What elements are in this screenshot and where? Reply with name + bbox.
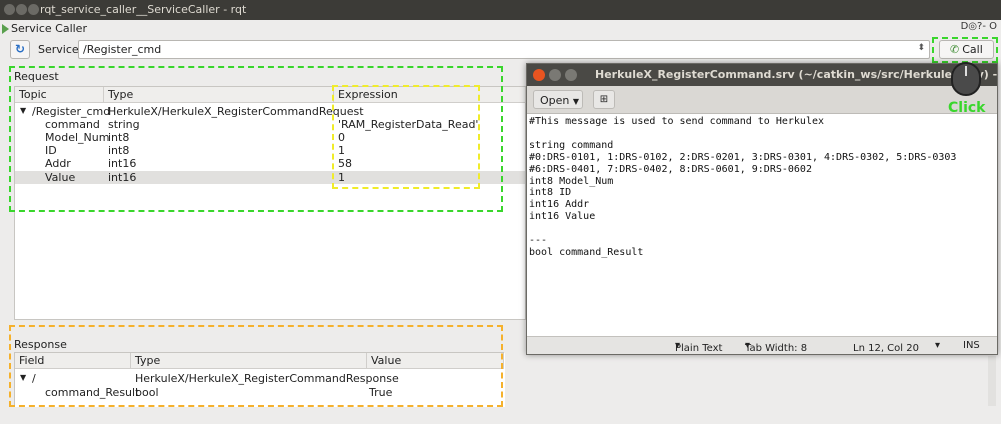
response-highlight	[9, 325, 503, 407]
gedit-maximize-icon[interactable]	[565, 69, 577, 81]
close-window-icon[interactable]	[4, 4, 15, 15]
refresh-button[interactable]: ↻	[10, 40, 30, 59]
refresh-icon: ↻	[14, 42, 26, 56]
text-line	[529, 223, 995, 235]
service-combobox-value: /Register_cmd	[83, 43, 162, 56]
text-line	[529, 128, 995, 140]
gedit-statusbar: Plain Text ▾ Tab Width: 8 ▾ Ln 12, Col 2…	[527, 336, 997, 354]
plugin-header-icons[interactable]: D◎?- O	[961, 21, 997, 32]
gedit-minimize-icon[interactable]	[549, 69, 561, 81]
call-highlight	[932, 37, 998, 63]
maximize-window-icon[interactable]	[28, 4, 39, 15]
insert-mode: INS	[963, 340, 980, 351]
gedit-titlebar: HerkuleX_RegisterCommand.srv (~/catkin_w…	[527, 64, 997, 86]
plugin-title: Service Caller	[11, 22, 87, 35]
tab-width-selector[interactable]: Tab Width: 8 ▾	[745, 340, 807, 354]
text-line: int16 Addr	[529, 199, 590, 211]
expression-highlight	[332, 85, 480, 189]
gedit-text-area[interactable]: #This message is used to send command to…	[529, 116, 995, 259]
minimize-window-icon[interactable]	[16, 4, 27, 15]
service-toolbar: ↻ Service /Register_cmd ⬍ ✆ Call	[0, 39, 1001, 61]
new-tab-button[interactable]: ⊞	[593, 90, 615, 109]
gedit-window[interactable]: HerkuleX_RegisterCommand.srv (~/catkin_w…	[526, 63, 998, 355]
response-scrollbar[interactable]	[988, 356, 996, 406]
text-line: int8 ID	[529, 187, 572, 199]
position-dropdown-icon[interactable]: ▾	[935, 340, 940, 351]
text-line: int8 Model_Num	[529, 175, 614, 187]
syntax-selector[interactable]: Plain Text ▾	[675, 340, 722, 354]
gedit-toolbar: Open ▼ ⊞	[527, 86, 997, 114]
new-tab-icon: ⊞	[599, 94, 609, 105]
text-line: ---	[529, 235, 548, 247]
text-line: bool command_Result	[529, 246, 644, 258]
open-button[interactable]: Open ▼	[533, 90, 583, 109]
chevron-down-icon: ▼	[572, 97, 580, 106]
click-annotation: Click	[948, 100, 986, 116]
text-line: #6:DRS-0401, 7:DRS-0402, 8:DRS-0601, 9:D…	[529, 163, 812, 175]
text-line: int16 Value	[529, 211, 596, 223]
plugin-header: Service Caller D◎?- O	[0, 20, 1001, 38]
text-line: #0:DRS-0101, 1:DRS-0102, 2:DRS-0201, 3:D…	[529, 151, 957, 163]
cursor-position-label: Ln 12, Col 20	[853, 343, 919, 354]
text-line: #This message is used to send command to…	[529, 116, 825, 127]
window-titlebar: rqt_service_caller__ServiceCaller - rqt	[0, 0, 1001, 20]
text-line: string command	[529, 139, 614, 151]
service-label: Service	[38, 43, 79, 56]
combobox-arrow-icon: ⬍	[917, 43, 925, 53]
window-title: rqt_service_caller__ServiceCaller - rqt	[40, 3, 247, 16]
open-button-label: Open	[540, 94, 570, 107]
plugin-triangle-icon	[2, 24, 9, 34]
gedit-close-icon[interactable]	[533, 69, 545, 81]
gedit-title: HerkuleX_RegisterCommand.srv (~/catkin_w…	[595, 68, 997, 81]
tab-width-label: Tab Width: 8	[745, 343, 808, 354]
service-combobox[interactable]: /Register_cmd ⬍	[78, 40, 930, 59]
syntax-label: Plain Text	[675, 343, 723, 354]
mouse-icon	[951, 62, 981, 96]
